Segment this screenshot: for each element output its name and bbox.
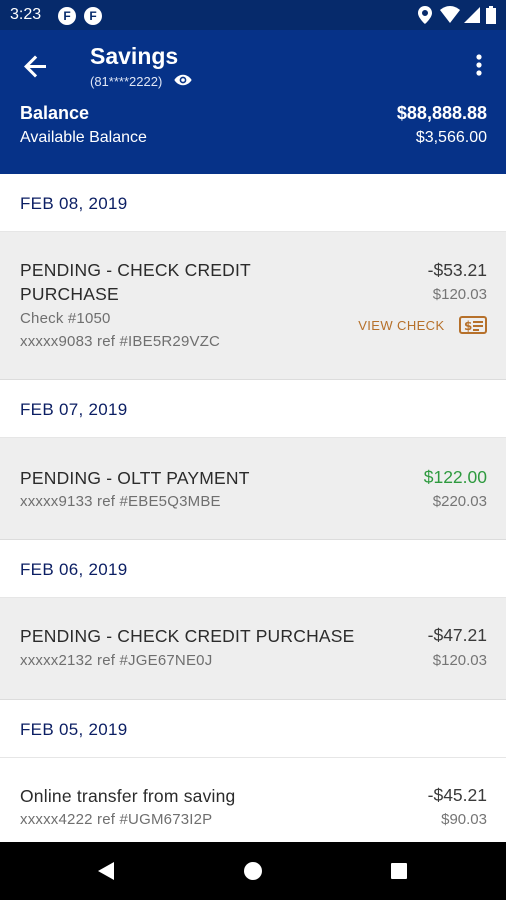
check-number: Check #1050	[20, 310, 111, 327]
running-balance: $120.03	[432, 652, 487, 669]
account-number: (81****2222)	[90, 74, 163, 89]
balance-value: $88,888.88	[396, 103, 487, 123]
running-balance: $120.03	[432, 286, 487, 303]
view-check-label: VIEW CHECK	[358, 318, 445, 334]
nav-back-icon[interactable]	[92, 856, 122, 886]
transaction-description: PENDING - OLTT PAYMENT	[20, 468, 250, 488]
transaction-description: PENDING - CHECK CREDIT PURCHASE	[20, 626, 355, 646]
svg-text:$: $	[464, 319, 472, 333]
transaction-reference: xxxxx9083 ref #IBE5R29VZC	[20, 333, 221, 350]
date-header: FEB 06, 2019	[0, 540, 506, 598]
view-check-button[interactable]: VIEW CHECK $	[358, 316, 487, 336]
transaction-list[interactable]: FEB 08, 2019 PENDING - CHECK CREDIT PURC…	[0, 174, 506, 842]
location-icon	[418, 6, 432, 24]
transaction-reference: xxxxx2132 ref #JGE67NE0J	[20, 652, 213, 669]
running-balance: $90.03	[441, 811, 487, 828]
transaction-row[interactable]: Online transfer from saving xxxxx4222 re…	[0, 758, 506, 842]
date-header: FEB 07, 2019	[0, 380, 506, 438]
transaction-reference: xxxxx4222 ref #UGM673I2P	[20, 811, 213, 828]
wifi-icon	[440, 6, 460, 23]
more-options-icon[interactable]	[466, 50, 492, 80]
app-notification-icon: F	[58, 7, 76, 25]
nav-home-icon[interactable]	[238, 856, 268, 886]
transaction-row[interactable]: PENDING - CHECK CREDIT PURCHASE Check #1…	[0, 232, 506, 380]
transaction-row[interactable]: PENDING - OLTT PAYMENT xxxxx9133 ref #EB…	[0, 438, 506, 540]
battery-icon	[486, 6, 496, 24]
available-balance-label: Available Balance	[20, 129, 147, 146]
transaction-amount: -$53.21	[427, 260, 487, 280]
check-icon: $	[459, 316, 487, 334]
transaction-reference: xxxxx9133 ref #EBE5Q3MBE	[20, 493, 221, 510]
transaction-row[interactable]: PENDING - CHECK CREDIT PURCHASE xxxxx213…	[0, 598, 506, 700]
system-navigation-bar	[0, 842, 506, 900]
date-header: FEB 08, 2019	[0, 174, 506, 232]
nav-recents-icon[interactable]	[384, 856, 414, 886]
balance-label: Balance	[20, 103, 90, 123]
app-notification-icon: F	[84, 7, 102, 25]
available-balance-value: $3,566.00	[415, 129, 487, 146]
account-header: Savings (81****2222) Balance $88,888.88 …	[0, 30, 506, 174]
transaction-amount: $122.00	[423, 467, 487, 487]
transaction-amount: -$47.21	[427, 625, 487, 645]
eye-icon[interactable]	[174, 72, 192, 88]
transaction-description: Online transfer from saving	[20, 786, 236, 806]
status-time: 3:23	[10, 6, 42, 23]
status-bar: 3:23 F F	[0, 0, 506, 30]
signal-icon	[464, 7, 480, 23]
page-title: Savings	[90, 43, 179, 69]
transaction-amount: -$45.21	[427, 785, 487, 805]
transaction-description: PENDING - CHECK CREDIT	[20, 260, 251, 280]
running-balance: $220.03	[432, 493, 487, 510]
back-arrow-icon[interactable]	[18, 48, 54, 84]
date-header: FEB 05, 2019	[0, 700, 506, 758]
transaction-description: PURCHASE	[20, 284, 119, 304]
